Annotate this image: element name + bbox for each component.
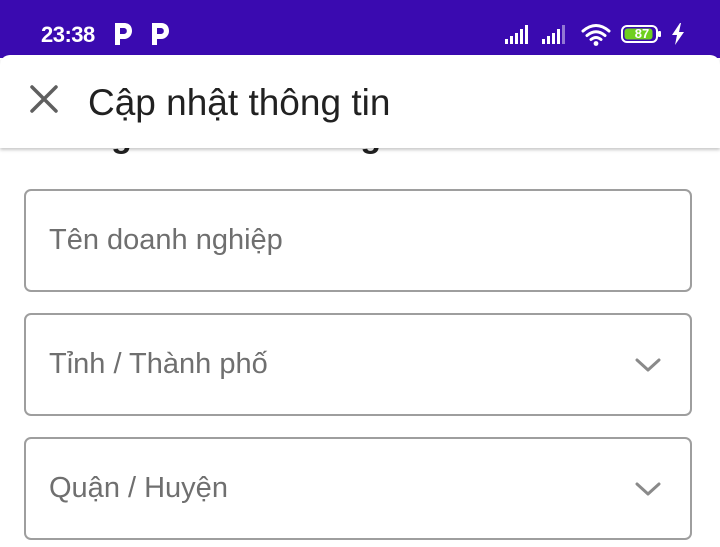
app-bar: Cập nhật thông tin (0, 55, 720, 148)
business-name-placeholder: Tên doanh nghiệp (49, 224, 283, 256)
close-button[interactable] (18, 73, 70, 125)
district-placeholder: Quận / Huyện (49, 472, 228, 504)
district-select[interactable]: Quận / Huyện (24, 437, 692, 540)
province-placeholder: Tỉnh / Thành phố (49, 348, 268, 380)
province-select[interactable]: Tỉnh / Thành phố (24, 313, 692, 416)
charging-bolt-icon (672, 23, 684, 45)
cellular-signal-icon (542, 25, 565, 44)
status-bar: 23:38 87 (0, 0, 720, 58)
parking-p-icon (115, 23, 132, 45)
chevron-down-icon[interactable] (634, 477, 662, 501)
chevron-down-icon[interactable] (634, 353, 662, 377)
cellular-signal-icon (505, 25, 528, 44)
business-name-input[interactable]: Tên doanh nghiệp (24, 189, 692, 292)
status-time: 23:38 (41, 22, 95, 47)
close-icon[interactable] (28, 83, 60, 115)
parking-p-icon (152, 23, 169, 45)
wifi-icon (581, 24, 611, 46)
battery-level: 87 (634, 26, 650, 41)
page-title: Cập nhật thông tin (88, 82, 391, 123)
